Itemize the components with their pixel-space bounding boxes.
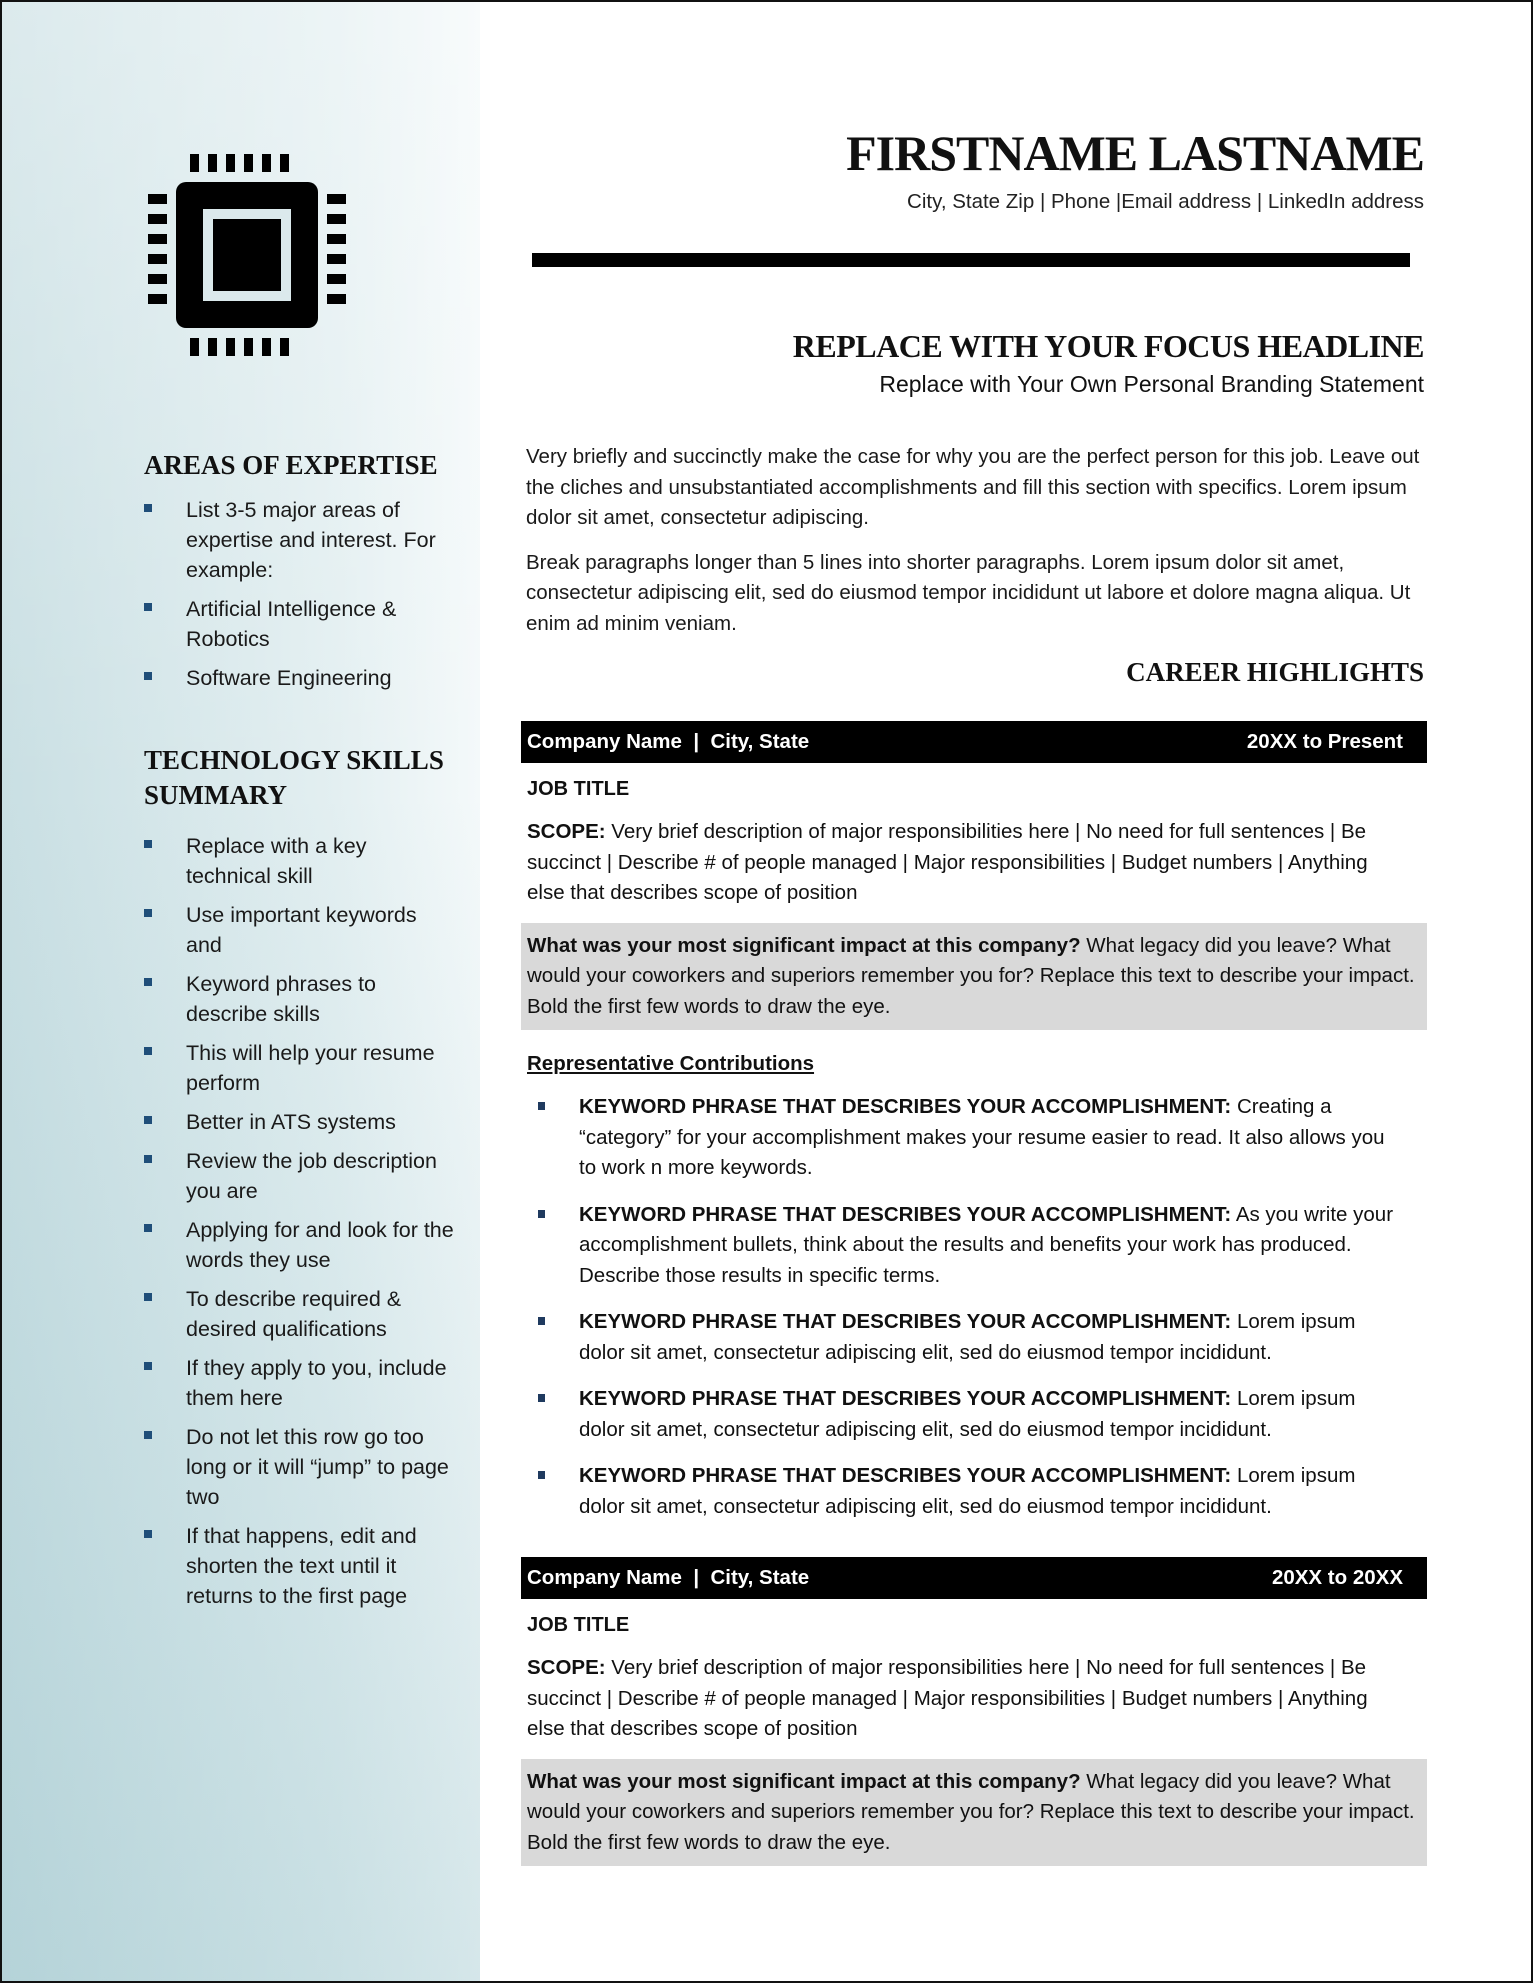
bullet-icon bbox=[144, 1155, 152, 1163]
company-name: Company Name | City, State bbox=[527, 730, 810, 753]
list-item: If that happens, edit and shorten the te… bbox=[144, 1521, 454, 1611]
scope-text: Very brief description of major responsi… bbox=[527, 1656, 1368, 1740]
list-item: Keyword phrases to describe skills bbox=[144, 969, 454, 1029]
list-item: Artificial Intelligence & Robotics bbox=[144, 594, 454, 654]
bullet-icon bbox=[538, 1102, 545, 1110]
expertise-heading: AREAS OF EXPERTISE bbox=[144, 450, 438, 480]
list-item: This will help your resume perform bbox=[144, 1038, 454, 1098]
summary-paragraph: Break paragraphs longer than 5 lines int… bbox=[526, 550, 1411, 635]
job-dates: 20XX to Present bbox=[1246, 730, 1403, 753]
bullet-icon bbox=[538, 1209, 545, 1218]
scope-label: SCOPE: bbox=[527, 820, 606, 843]
list-item: To describe required & desired qualifica… bbox=[144, 1284, 454, 1344]
list-item: List 3-5 major areas of expertise and in… bbox=[144, 495, 454, 585]
skills-section: TECHNOLOGY SKILLS SUMMARY Replace with a… bbox=[144, 743, 454, 1611]
list-item: Applying for and look for the words they… bbox=[144, 1215, 454, 1275]
branding-statement: Replace with Your Own Personal Branding … bbox=[879, 371, 1424, 397]
list-item: KEYWORD PHRASE THAT DESCRIBES YOUR ACCOM… bbox=[521, 1461, 1399, 1522]
bullet-icon bbox=[144, 1362, 152, 1370]
list-item: If they apply to you, include them here bbox=[144, 1353, 454, 1413]
list-item: KEYWORD PHRASE THAT DESCRIBES YOUR ACCOM… bbox=[521, 1307, 1399, 1368]
job-entry: Company Name | City, State 20XX to Prese… bbox=[521, 721, 1427, 1522]
list-item: KEYWORD PHRASE THAT DESCRIBES YOUR ACCOM… bbox=[521, 1200, 1399, 1292]
scope-label: SCOPE: bbox=[527, 1656, 606, 1679]
contributions-list: KEYWORD PHRASE THAT DESCRIBES YOUR ACCOM… bbox=[521, 1092, 1427, 1522]
company-bar: Company Name | City, State 20XX to 20XX bbox=[521, 1557, 1427, 1599]
bullet-icon bbox=[144, 1431, 152, 1439]
scope: SCOPE: Very brief description of major r… bbox=[527, 817, 1397, 909]
contact-info: City, State Zip | Phone |Email address |… bbox=[907, 190, 1424, 213]
impact-question: What was your most significant impact at… bbox=[527, 933, 1081, 957]
company-bar: Company Name | City, State 20XX to Prese… bbox=[521, 721, 1427, 763]
bullet-icon bbox=[144, 1224, 152, 1232]
job-entry: Company Name | City, State 20XX to 20XX … bbox=[521, 1557, 1427, 1866]
focus-headline: REPLACE WITH YOUR FOCUS HEADLINE bbox=[792, 328, 1425, 364]
list-item: KEYWORD PHRASE THAT DESCRIBES YOUR ACCOM… bbox=[521, 1092, 1399, 1184]
company-name: Company Name | City, State bbox=[527, 1566, 810, 1589]
list-item: KEYWORD PHRASE THAT DESCRIBES YOUR ACCOM… bbox=[521, 1384, 1399, 1445]
sidebar: AREAS OF EXPERTISE List 3-5 major areas … bbox=[2, 2, 480, 1981]
skills-heading: TECHNOLOGY SKILLS SUMMARY bbox=[144, 745, 444, 810]
career-highlights-heading: CAREER HIGHLIGHTS bbox=[1126, 657, 1424, 687]
impact-box: What was your most significant impact at… bbox=[521, 1758, 1427, 1866]
list-item: Software Engineering bbox=[144, 663, 454, 693]
bullet-icon bbox=[144, 840, 152, 848]
expertise-list: List 3-5 major areas of expertise and in… bbox=[144, 495, 454, 693]
list-item: Replace with a key technical skill bbox=[144, 831, 454, 891]
list-item: Do not let this row go too long or it wi… bbox=[144, 1422, 454, 1512]
bullet-icon bbox=[144, 909, 152, 917]
job-title: JOB TITLE bbox=[527, 1614, 630, 1636]
bullet-icon bbox=[144, 603, 152, 611]
bullet-icon bbox=[144, 978, 152, 986]
job-dates: 20XX to 20XX bbox=[1271, 1566, 1403, 1589]
expertise-section: AREAS OF EXPERTISE List 3-5 major areas … bbox=[144, 448, 454, 693]
bullet-icon bbox=[144, 1530, 152, 1538]
candidate-name: FIRSTNAME LASTNAME bbox=[846, 125, 1425, 181]
header-divider bbox=[532, 253, 1410, 267]
scope-text: Very brief description of major responsi… bbox=[527, 820, 1368, 904]
impact-question: What was your most significant impact at… bbox=[527, 1769, 1081, 1793]
impact-box: What was your most significant impact at… bbox=[521, 922, 1427, 1030]
summary: Very briefly and succinctly make the cas… bbox=[526, 442, 1426, 653]
bullet-icon bbox=[538, 1317, 545, 1325]
summary-paragraph: Very briefly and succinctly make the cas… bbox=[526, 445, 1420, 529]
bullet-icon bbox=[144, 672, 152, 680]
list-item: Better in ATS systems bbox=[144, 1107, 454, 1137]
bullet-icon bbox=[144, 504, 152, 512]
skills-list: Replace with a key technical skill Use i… bbox=[144, 831, 454, 1611]
resume-page: AREAS OF EXPERTISE List 3-5 major areas … bbox=[0, 0, 1533, 1983]
bullet-icon bbox=[538, 1471, 545, 1479]
list-item: Review the job description you are bbox=[144, 1146, 454, 1206]
bullet-icon bbox=[144, 1047, 152, 1055]
microchip-icon bbox=[148, 154, 346, 356]
list-item: Use important keywords and bbox=[144, 900, 454, 960]
scope: SCOPE: Very brief description of major r… bbox=[527, 1653, 1397, 1745]
contributions-heading: Representative Contributions bbox=[527, 1052, 815, 1075]
bullet-icon bbox=[538, 1394, 545, 1402]
bullet-icon bbox=[144, 1116, 152, 1124]
job-title: JOB TITLE bbox=[527, 778, 630, 800]
bullet-icon bbox=[144, 1293, 152, 1301]
